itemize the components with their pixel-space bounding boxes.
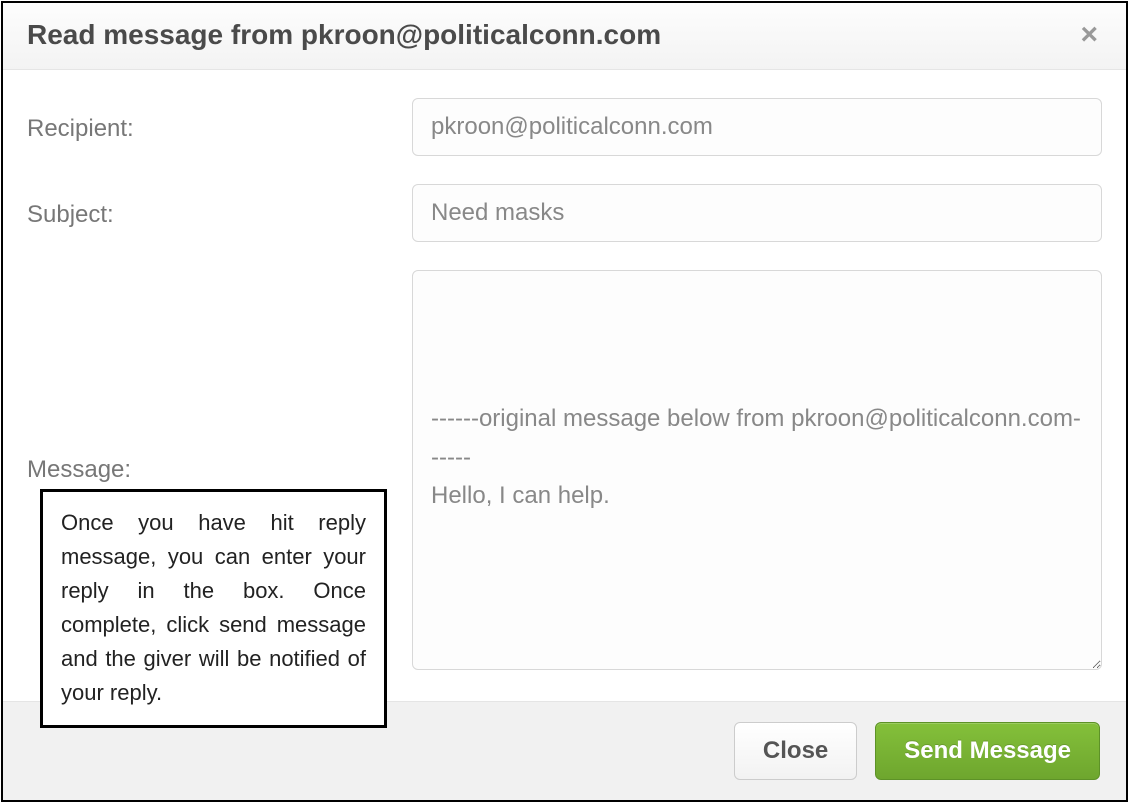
close-button[interactable]: Close [734, 722, 857, 780]
close-icon[interactable]: × [1076, 20, 1102, 50]
recipient-input[interactable] [412, 98, 1102, 156]
send-message-button[interactable]: Send Message [875, 722, 1100, 780]
recipient-label: Recipient: [27, 111, 392, 143]
recipient-row: Recipient: [27, 98, 1102, 156]
subject-input[interactable] [412, 184, 1102, 242]
help-callout: Once you have hit reply message, you can… [40, 489, 387, 728]
modal-header: Read message from pkroon@politicalconn.c… [3, 3, 1126, 70]
modal-title: Read message from pkroon@politicalconn.c… [27, 19, 661, 51]
subject-row: Subject: [27, 184, 1102, 242]
message-label: Message: [27, 456, 392, 484]
subject-label: Subject: [27, 197, 392, 229]
message-textarea[interactable] [412, 270, 1102, 670]
